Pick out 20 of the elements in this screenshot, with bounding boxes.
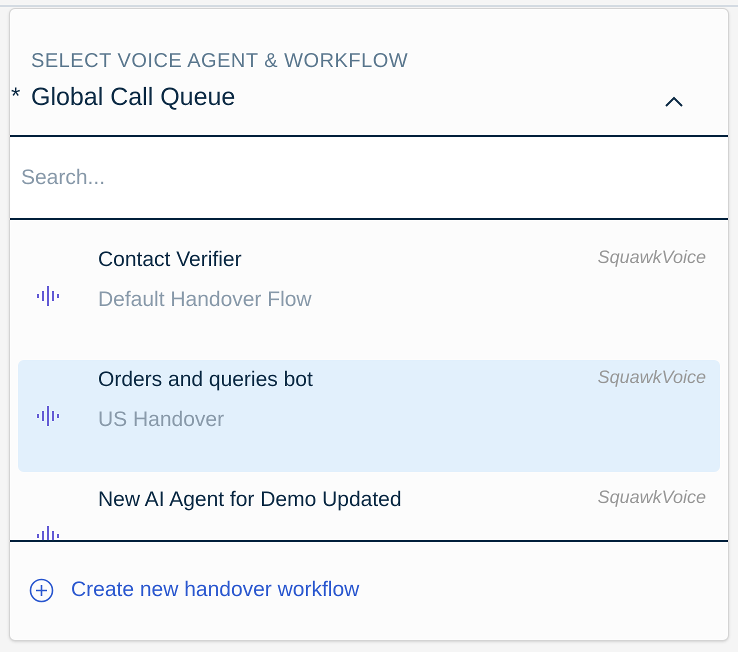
sound-wave-icon [36, 284, 60, 308]
required-mark: * [11, 82, 20, 112]
provider-name: SquawkVoice [598, 366, 706, 389]
agent-name: Orders and queries bot [98, 367, 313, 393]
plus-circle-icon [29, 578, 54, 602]
workflow-name: Default Handover Flow [98, 287, 312, 313]
search-field[interactable]: Search... [10, 137, 728, 218]
provider-name: SquawkVoice [598, 246, 706, 269]
chevron-up-icon[interactable] [664, 96, 684, 108]
field-label: SELECT VOICE AGENT & WORKFLOW [31, 49, 408, 74]
provider-name: SquawkVoice [598, 486, 706, 509]
sound-wave-icon [36, 404, 60, 428]
agent-name: New AI Agent for Demo Updated [98, 487, 402, 513]
agent-option[interactable]: Orders and queries bot US Handover SquawkVoice [18, 360, 720, 472]
create-workflow-link[interactable]: Create new handover workflow [29, 574, 360, 606]
agent-option[interactable]: New AI Agent for Demo Updated SquawkVoice [18, 480, 720, 540]
selected-value[interactable]: Global Call Queue [31, 79, 236, 116]
workflow-name: US Handover [98, 407, 224, 433]
agent-option[interactable]: Contact Verifier Default Handover Flow SquawkVoice [18, 240, 720, 352]
agent-name: Contact Verifier [98, 247, 242, 273]
